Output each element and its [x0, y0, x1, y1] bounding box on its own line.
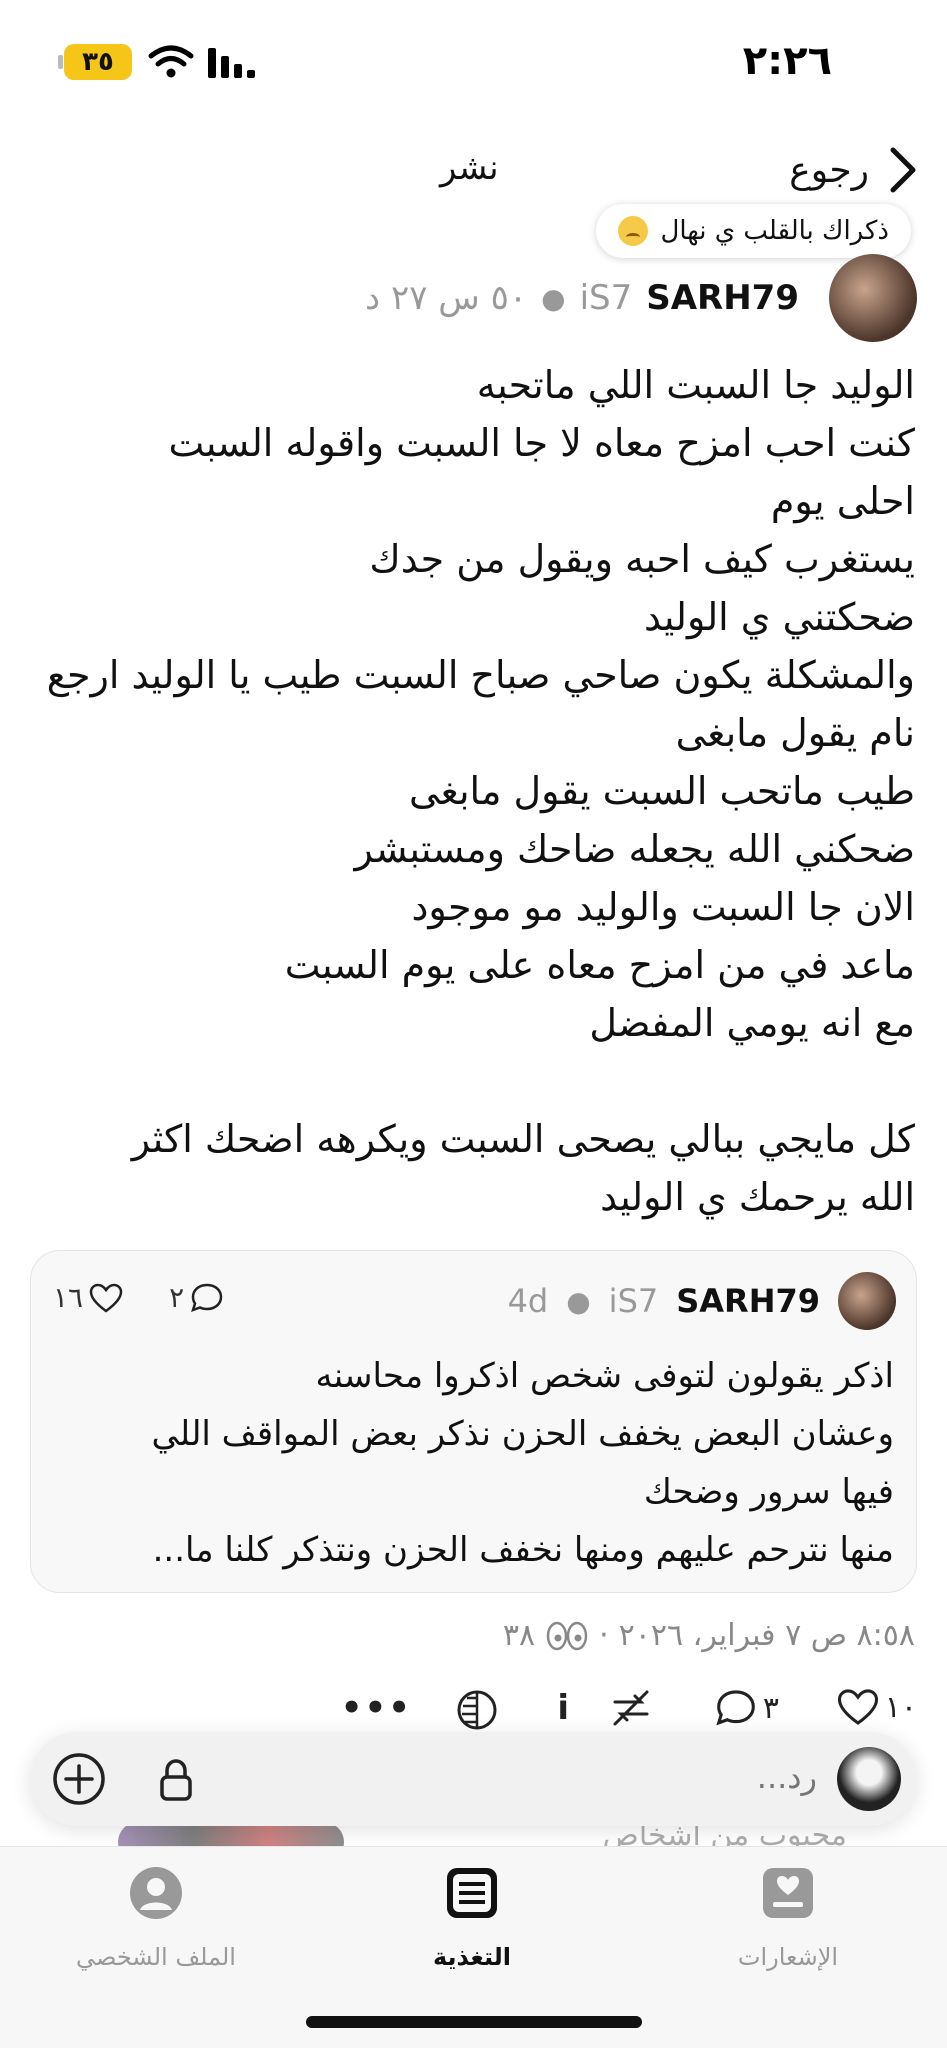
post-meta-line: ٨:٥٨ ص ٧ فبراير، ٢٠٢٦ · ٣٨ [503, 1618, 915, 1653]
tab-feed[interactable]: التغذية [352, 1865, 592, 1971]
post-datetime: ٨:٥٨ ص ٧ فبراير، ٢٠٢٦ [618, 1618, 915, 1653]
user-note-bubble[interactable]: ذكراك بالقلب ي نهال [596, 204, 911, 258]
more-button[interactable]: ••• [341, 1688, 412, 1728]
quoted-replies-count: ٢ [169, 1281, 185, 1314]
comment-icon [191, 1283, 223, 1312]
quoted-avatar[interactable] [838, 1272, 896, 1330]
reply-input[interactable] [517, 1758, 817, 1796]
tab-profile[interactable]: الملف الشخصي [36, 1865, 276, 1971]
notifications-icon [763, 1868, 813, 1918]
repost-button[interactable] [607, 1688, 655, 1728]
more-icon: ••• [340, 1688, 412, 1728]
header: رجوع نشر [0, 140, 947, 200]
heart-icon [89, 1283, 123, 1313]
views-count: ٣٨ [502, 1618, 536, 1653]
striped-circle-icon [457, 1690, 497, 1730]
sad-face-icon [618, 216, 649, 246]
page-title: نشر [440, 148, 499, 188]
quoted-age: 4d [507, 1282, 549, 1320]
battery-indicator: ٣٥ [58, 44, 132, 80]
note-text: ذكراك بالقلب ي نهال [660, 216, 889, 246]
tab-notifications-label: الإشعارات [737, 1943, 839, 1971]
info-button[interactable]: i [557, 1688, 569, 1728]
quoted-post-card[interactable]: SARH79 iS7 ● 4d ١٦ ٢ اذكر يقولون لتوفى ش… [30, 1250, 917, 1593]
like-button[interactable]: ١٠ [837, 1688, 917, 1726]
tab-bar: الإشعارات التغذية الملف الشخصي [0, 1846, 947, 2048]
post-body: الوليد جا السبت اللي ماتحبه كنت احب امزح… [46, 363, 915, 1219]
wifi-icon [148, 45, 194, 78]
separator: · [599, 1618, 609, 1653]
chevron-right-icon [890, 147, 916, 193]
flame-icon: ● [566, 1284, 591, 1318]
translate-button[interactable] [455, 1688, 499, 1732]
post-author-row: SARH79 iS7 ● ٥٠ س ٢٧ د [365, 254, 917, 342]
tab-profile-label: الملف الشخصي [76, 1943, 236, 1971]
current-user-avatar [837, 1747, 901, 1811]
home-indicator [306, 2016, 642, 2028]
heart-icon [837, 1689, 878, 1725]
back-button[interactable]: رجوع [789, 140, 919, 200]
add-circle-icon[interactable] [52, 1752, 106, 1806]
author-meta: SARH79 iS7 ● ٥٠ س ٢٧ د [365, 278, 799, 318]
like-count: ١٠ [884, 1689, 917, 1725]
info-icon: i [557, 1688, 569, 1728]
post-age: ٥٠ س ٢٧ د [364, 278, 528, 318]
reply-count: ٣ [762, 1690, 779, 1726]
reply-bar [30, 1732, 917, 1826]
tab-notifications[interactable]: الإشعارات [668, 1865, 908, 1971]
quoted-stats: ١٦ ٢ [53, 1281, 224, 1314]
clock: ٢:٢٦ [742, 38, 832, 84]
status-bar: ٣٥ ٢:٢٦ [0, 0, 947, 120]
avatar[interactable] [829, 254, 917, 342]
back-label: رجوع [789, 149, 869, 191]
signal-icon [208, 48, 255, 78]
eyes-icon [546, 1621, 588, 1650]
quoted-badge: iS7 [608, 1282, 659, 1320]
quoted-body: اذكر يقولون لتوفى شخص اذكروا محاسنه وعشا… [151, 1356, 894, 1570]
quoted-likes-count: ١٦ [53, 1281, 84, 1314]
user-badge: iS7 [579, 278, 633, 318]
feed-icon [447, 1868, 497, 1918]
lock-icon[interactable] [158, 1758, 194, 1802]
quoted-replies[interactable]: ٢ [169, 1281, 224, 1314]
reply-button[interactable]: ٣ [715, 1688, 779, 1728]
tab-feed-label: التغذية [432, 1943, 511, 1971]
quoted-likes[interactable]: ١٦ [53, 1281, 123, 1314]
repost-disabled-icon [613, 1690, 649, 1726]
flame-icon: ● [541, 281, 566, 315]
quoted-author-row: SARH79 iS7 ● 4d [508, 1269, 896, 1333]
username[interactable]: SARH79 [646, 278, 799, 318]
comment-icon [716, 1690, 755, 1726]
profile-icon [130, 1867, 182, 1919]
quoted-username[interactable]: SARH79 [676, 1282, 820, 1320]
